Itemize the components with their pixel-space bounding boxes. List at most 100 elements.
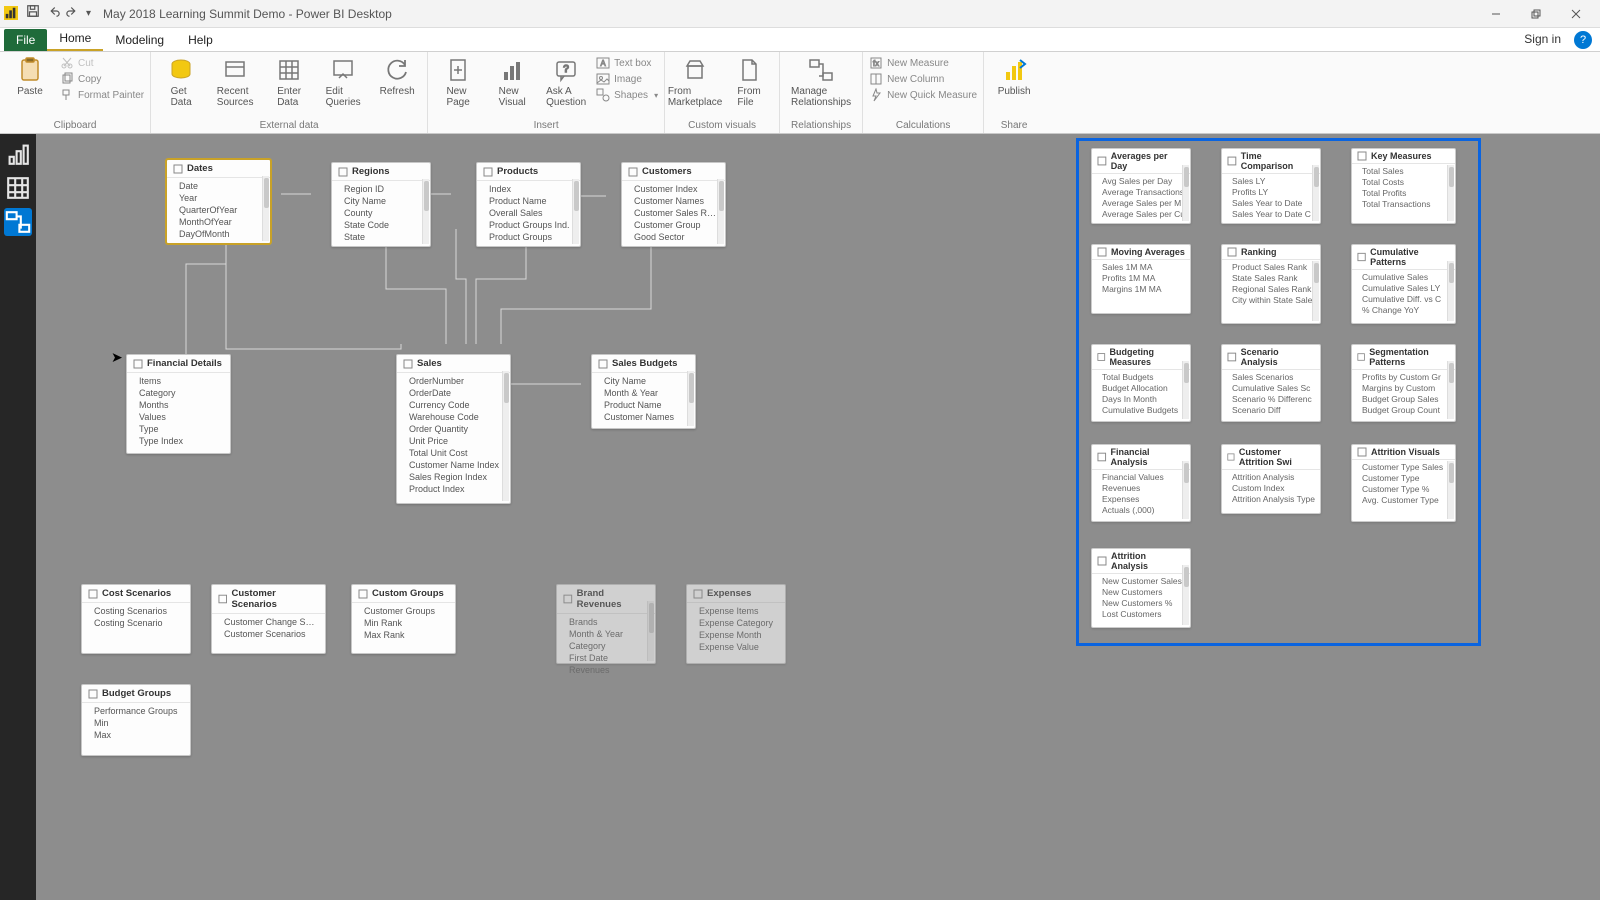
field-row[interactable]: Items (139, 376, 224, 386)
field-row[interactable]: Total Profits (1362, 188, 1450, 198)
field-row[interactable]: Total Unit Cost (409, 448, 504, 458)
new-column-button[interactable]: New Column (869, 72, 977, 86)
scrollbar[interactable] (1447, 165, 1454, 221)
field-row[interactable]: Financial Values (1102, 472, 1185, 482)
window-restore[interactable] (1516, 0, 1556, 28)
field-row[interactable]: Attrition Analysis (1232, 472, 1315, 482)
field-row[interactable]: Min (94, 718, 184, 728)
field-row[interactable]: Warehouse Code (409, 412, 504, 422)
field-row[interactable]: Total Transactions (1362, 199, 1450, 209)
field-row[interactable]: Budget Group Sales (1362, 394, 1450, 404)
tab-modeling[interactable]: Modeling (103, 29, 176, 51)
redo-icon[interactable] (66, 4, 80, 23)
field-row[interactable]: Expenses (1102, 494, 1185, 504)
field-row[interactable]: Currency Code (409, 400, 504, 410)
field-row[interactable]: Performance Groups (94, 706, 184, 716)
field-row[interactable]: Costing Scenarios (94, 606, 184, 616)
scrollbar[interactable] (422, 179, 429, 244)
mcard-averages-per-day[interactable]: Averages per Day Avg Sales per DayAverag… (1091, 148, 1191, 224)
field-row[interactable]: Month & Year (604, 388, 689, 398)
scrollbar[interactable] (647, 601, 654, 661)
field-row[interactable]: Avg Sales per Day (1102, 176, 1185, 186)
table-regions[interactable]: Regions Region IDCity NameCountyState Co… (331, 162, 431, 247)
field-row[interactable]: Index (489, 184, 574, 194)
field-row[interactable]: Average Transactions (1102, 187, 1185, 197)
field-row[interactable]: Customer Group (634, 220, 719, 230)
field-row[interactable]: OrderDate (409, 388, 504, 398)
field-row[interactable]: Sales Region Index (409, 472, 504, 482)
field-row[interactable]: Good Sector (634, 232, 719, 242)
mcard-time-comparison[interactable]: Time Comparison Sales LYProfits LYSales … (1221, 148, 1321, 224)
scrollbar[interactable] (1312, 261, 1319, 321)
scrollbar[interactable] (717, 179, 724, 244)
field-row[interactable]: Product Groups (489, 232, 574, 242)
cut-button[interactable]: Cut (60, 56, 144, 70)
field-row[interactable]: Customer Name Index (409, 460, 504, 470)
window-close[interactable] (1556, 0, 1596, 28)
mcard-financial-analysis[interactable]: Financial Analysis Financial ValuesReven… (1091, 444, 1191, 522)
scrollbar[interactable] (1182, 565, 1189, 625)
field-row[interactable]: Date (179, 181, 264, 191)
get-data-button[interactable]: Get Data (157, 56, 205, 108)
scrollbar[interactable] (1182, 361, 1189, 419)
mcard-segmentation-patterns[interactable]: Segmentation Patterns Profits by Custom … (1351, 344, 1456, 422)
field-row[interactable]: Sales 1M MA (1102, 262, 1185, 272)
field-row[interactable]: Overall Sales (489, 208, 574, 218)
scrollbar[interactable] (502, 371, 509, 501)
table-products[interactable]: Products IndexProduct NameOverall SalesP… (476, 162, 581, 247)
shapes-button[interactable]: Shapes▾ (596, 88, 658, 102)
new-measure-button[interactable]: fxNew Measure (869, 56, 977, 70)
field-row[interactable]: DayOfMonth (179, 229, 264, 239)
field-row[interactable]: Customer Groups (364, 606, 449, 616)
mcard-scenario-analysis[interactable]: Scenario Analysis Sales ScenariosCumulat… (1221, 344, 1321, 422)
field-row[interactable]: Customer Type % (1362, 484, 1450, 494)
field-row[interactable]: Values (139, 412, 224, 422)
ask-question-button[interactable]: ?Ask A Question (542, 56, 590, 108)
table-sales[interactable]: Sales OrderNumberOrderDateCurrency CodeW… (396, 354, 511, 504)
field-row[interactable]: Cumulative Diff. vs C (1362, 294, 1450, 304)
mcard-customer-attrition[interactable]: Customer Attrition Swi Attrition Analysi… (1221, 444, 1321, 514)
field-row[interactable]: Product Name (489, 196, 574, 206)
field-row[interactable]: New Customers % (1102, 598, 1185, 608)
field-row[interactable]: Margins 1M MA (1102, 284, 1185, 294)
field-row[interactable]: County (344, 208, 424, 218)
field-row[interactable]: Region ID (344, 184, 424, 194)
field-row[interactable]: City within State Sale (1232, 295, 1315, 305)
field-row[interactable]: Budget Group Count (1362, 405, 1450, 415)
mcard-attrition-visuals[interactable]: Attrition Visuals Customer Type SalesCus… (1351, 444, 1456, 522)
field-row[interactable]: Average Sales per Cu (1102, 209, 1185, 219)
field-row[interactable]: Type Index (139, 436, 224, 446)
field-row[interactable]: Min Rank (364, 618, 449, 628)
field-row[interactable]: Revenues (569, 665, 649, 675)
field-row[interactable]: Customer Type (1362, 473, 1450, 483)
field-row[interactable]: Average Sales per M (1102, 198, 1185, 208)
field-row[interactable]: Cumulative Budgets (1102, 405, 1185, 415)
rail-model-view[interactable] (4, 208, 32, 236)
field-row[interactable]: Profits 1M MA (1102, 273, 1185, 283)
field-row[interactable]: Sales Scenarios (1232, 372, 1315, 382)
table-customer-scenarios[interactable]: Customer Scenarios Customer Change Scen.… (211, 584, 326, 654)
mcard-budgeting-measures[interactable]: Budgeting Measures Total BudgetsBudget A… (1091, 344, 1191, 422)
scrollbar[interactable] (262, 176, 269, 241)
manage-relationships-button[interactable]: Manage Relationships (786, 56, 856, 108)
mcard-key-measures[interactable]: Key Measures Total SalesTotal CostsTotal… (1351, 148, 1456, 224)
qa-more-icon[interactable]: ▾ (86, 8, 91, 19)
field-row[interactable]: Product Name (604, 400, 689, 410)
sign-in-link[interactable]: Sign in (1515, 27, 1570, 51)
copy-button[interactable]: Copy (60, 72, 144, 86)
field-row[interactable]: City Name (604, 376, 689, 386)
scrollbar[interactable] (687, 371, 694, 426)
field-row[interactable]: First Date (569, 653, 649, 663)
field-row[interactable]: Max Rank (364, 630, 449, 640)
field-row[interactable]: MonthOfYear (179, 217, 264, 227)
scrollbar[interactable] (1447, 261, 1454, 321)
field-row[interactable]: Budget Allocation (1102, 383, 1185, 393)
new-page-button[interactable]: New Page (434, 56, 482, 108)
tab-home[interactable]: Home (47, 27, 103, 51)
field-row[interactable]: State Code (344, 220, 424, 230)
field-row[interactable]: Profits by Custom Gr (1362, 372, 1450, 382)
new-visual-button[interactable]: New Visual (488, 56, 536, 108)
mcard-attrition-analysis[interactable]: Attrition Analysis New Customer SalesNew… (1091, 548, 1191, 628)
table-dates[interactable]: Dates DateYearQuarterOfYearMonthOfYearDa… (166, 159, 271, 244)
from-marketplace-button[interactable]: From Marketplace (671, 56, 719, 108)
